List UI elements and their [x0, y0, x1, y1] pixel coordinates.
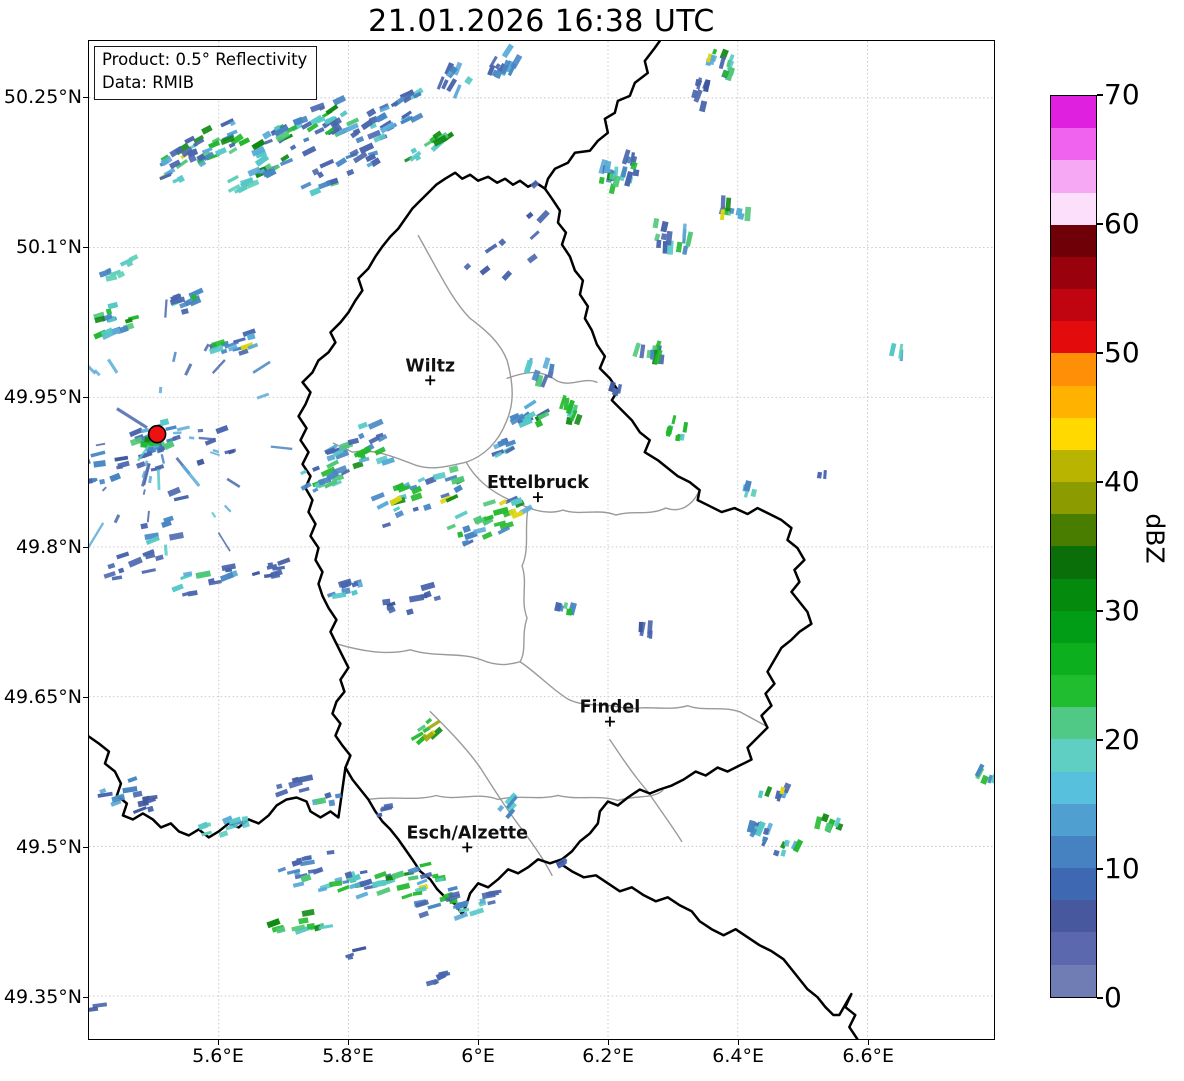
city-marker — [532, 492, 543, 503]
colorbar-segment — [1051, 353, 1096, 386]
colorbar-tick-mark — [1097, 997, 1103, 999]
lat-tick-label: 49.65°N — [3, 686, 82, 708]
colorbar-segment — [1051, 900, 1096, 933]
figure-title: 21.01.2026 16:38 UTC — [368, 4, 715, 39]
lat-tick-mark — [83, 96, 88, 98]
colorbar-tick-label: 20 — [1104, 722, 1140, 756]
map-plot: Wiltz Ettelbruck Findel Esch/Alzette Produc… — [88, 40, 995, 1040]
colorbar — [1050, 95, 1097, 998]
lon-tick-label: 6.4°E — [712, 1045, 765, 1067]
city-label: Wiltz — [405, 356, 455, 376]
lat-tick-mark — [83, 246, 88, 248]
annotation-product-line: Product: 0.5° Reflectivity — [102, 50, 308, 69]
map-canvas: Wiltz Ettelbruck Findel Esch/Alzette — [89, 41, 994, 1039]
lat-tick-mark — [83, 696, 88, 698]
lat-tick-label: 49.35°N — [3, 986, 82, 1008]
colorbar-segment — [1051, 707, 1096, 740]
city-marker — [425, 375, 436, 386]
colorbar-tick-mark — [1097, 352, 1103, 354]
lon-tick-label: 6.6°E — [842, 1045, 895, 1067]
city-marker — [462, 842, 473, 853]
colorbar-segment — [1051, 964, 1096, 997]
colorbar-segment — [1051, 578, 1096, 611]
lon-tick-mark — [867, 1040, 870, 1045]
colorbar-segment — [1051, 160, 1096, 193]
colorbar-segment — [1051, 192, 1096, 225]
lon-tick-mark — [607, 1040, 610, 1045]
colorbar-segment — [1051, 128, 1096, 161]
lat-tick-label: 50.1°N — [15, 236, 82, 258]
product-annotation: Product: 0.5° Reflectivity Data: RMIB — [94, 46, 318, 100]
colorbar-segment — [1051, 835, 1096, 869]
colorbar-tick-mark — [1097, 481, 1103, 483]
colorbar-tick-label: 40 — [1104, 464, 1140, 498]
colorbar-tick-mark — [1097, 868, 1103, 870]
colorbar-tick-mark — [1097, 739, 1103, 741]
city-label: Esch/Alzette — [406, 823, 527, 843]
colorbar-segment — [1051, 514, 1096, 547]
colorbar-tick-label: 0 — [1104, 980, 1122, 1014]
lat-tick-mark — [83, 546, 88, 548]
city-marker — [604, 716, 615, 727]
lat-tick-mark — [83, 996, 88, 998]
colorbar-unit-label: dBZ — [1140, 513, 1170, 564]
lat-tick-label: 49.95°N — [3, 386, 82, 408]
country-borders — [89, 41, 859, 1039]
lon-tick-mark — [217, 1040, 220, 1045]
lon-tick-mark — [477, 1040, 480, 1045]
lat-tick-mark — [83, 846, 88, 848]
colorbar-tick-mark — [1097, 610, 1103, 612]
radar-site-dot — [147, 424, 167, 444]
colorbar-tick-label: 70 — [1104, 77, 1140, 111]
lat-tick-label: 49.8°N — [15, 536, 82, 558]
city-layer: Wiltz Ettelbruck Findel Esch/Alzette — [405, 356, 641, 853]
district-borders — [332, 234, 767, 877]
gridlines — [89, 41, 994, 1039]
colorbar-tick-label: 60 — [1104, 206, 1140, 240]
colorbar-segment — [1051, 289, 1096, 322]
colorbar-tick-mark — [1097, 94, 1103, 96]
echo-layer — [89, 43, 994, 1013]
annotation-data-line: Data: RMIB — [102, 72, 195, 92]
colorbar-segment — [1051, 803, 1096, 836]
colorbar-segment — [1051, 449, 1096, 483]
city-label: Ettelbruck — [487, 473, 589, 493]
colorbar-segment — [1051, 482, 1096, 515]
colorbar-segment — [1051, 739, 1096, 772]
lon-tick-mark — [347, 1040, 350, 1045]
colorbar-segment — [1051, 256, 1096, 290]
lat-tick-label: 49.5°N — [15, 836, 82, 858]
colorbar-segment — [1051, 224, 1096, 257]
colorbar-tick-label: 10 — [1104, 851, 1140, 885]
radar-figure: 21.01.2026 16:38 UTC Wiltz Ettelbruck Find… — [0, 0, 1184, 1081]
colorbar-tick-label: 50 — [1104, 335, 1140, 369]
colorbar-segment — [1051, 385, 1096, 418]
lon-tick-label: 6°E — [461, 1045, 495, 1067]
colorbar-segment — [1051, 771, 1096, 804]
colorbar-segment — [1051, 932, 1096, 965]
colorbar-segment — [1051, 321, 1096, 354]
colorbar-segment — [1051, 675, 1096, 708]
colorbar-segment — [1051, 642, 1096, 676]
lon-tick-label: 5.8°E — [322, 1045, 374, 1067]
lon-tick-label: 5.6°E — [192, 1045, 244, 1067]
colorbar-segment — [1051, 868, 1096, 901]
lon-tick-label: 6.2°E — [582, 1045, 635, 1067]
colorbar-tick-mark — [1097, 223, 1103, 225]
colorbar-segment — [1051, 417, 1096, 450]
city-label: Findel — [580, 698, 641, 718]
colorbar-segment — [1051, 546, 1096, 579]
colorbar-segment — [1051, 96, 1096, 129]
colorbar-segment — [1051, 610, 1096, 643]
lat-tick-label: 50.25°N — [3, 86, 82, 108]
lon-tick-mark — [737, 1040, 740, 1045]
colorbar-tick-label: 30 — [1104, 593, 1140, 627]
lat-tick-mark — [83, 396, 88, 398]
